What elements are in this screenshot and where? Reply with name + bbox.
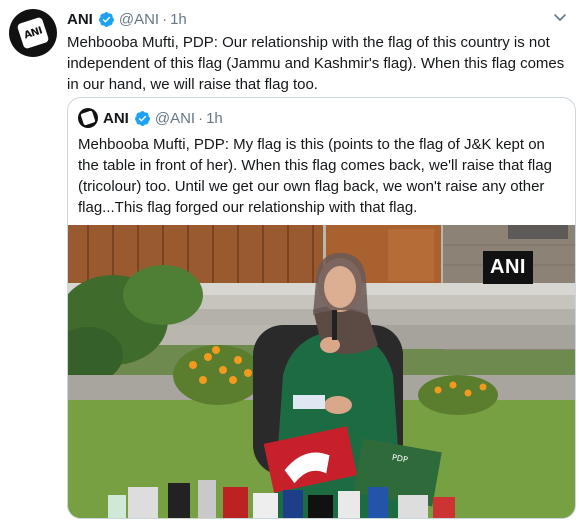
tweet-text: Mehbooba Mufti, PDP: Our relationship wi… [67,34,565,93]
ani-logo-icon: ANI [16,16,50,50]
ani-logo-icon [80,110,96,126]
quoted-avatar [78,108,98,128]
verified-badge-icon [134,110,150,126]
quoted-tweet[interactable]: ANI @ANI · 1h Mehbooba Mufti, PDP: My fl… [67,97,576,519]
chevron-down-icon[interactable] [551,11,569,25]
quoted-tweet-text: Mehbooba Mufti, PDP: My flag is this (po… [78,136,552,216]
quoted-author-name: ANI [103,109,129,127]
ani-watermark: ANI [483,251,533,284]
quoted-timestamp: 1h [206,109,223,127]
tweet-timestamp[interactable]: 1h [170,11,187,28]
quoted-tweet-header: ANI @ANI · 1h [78,108,223,128]
author-handle[interactable]: @ANI [119,11,159,28]
tweet-header: ANI @ANI · 1h [67,9,187,29]
verified-badge-icon [98,11,114,27]
quoted-author-handle: @ANI [154,109,196,127]
quoted-media-image[interactable]: PDP ANI [68,225,575,518]
author-name[interactable]: ANI [67,11,93,28]
separator-dot: · [162,10,168,28]
tweet[interactable]: ANI ANI @ANI · 1h Mehbooba Mufti, PDP: O… [0,0,579,524]
separator-dot: · [198,109,204,127]
avatar[interactable]: ANI [9,9,57,57]
